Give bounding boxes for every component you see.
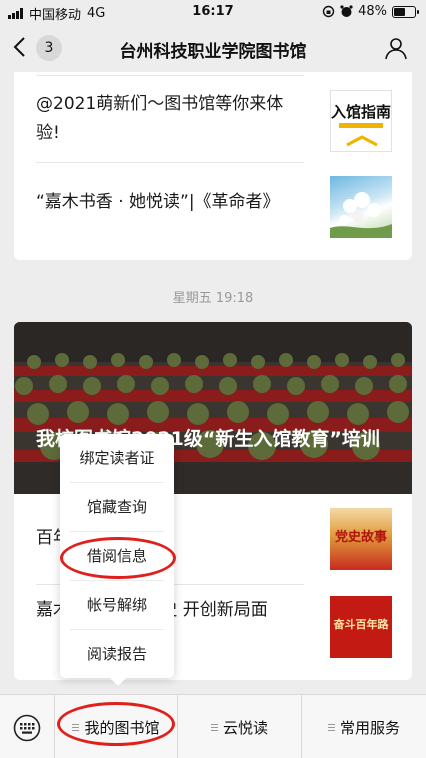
menu-my-library[interactable]: 我的图书馆	[55, 695, 178, 758]
article-thumbnail	[330, 176, 392, 238]
battery-percent: 48%	[358, 4, 387, 19]
thumbnail-text: 党史故事	[334, 530, 387, 545]
user-icon[interactable]	[384, 36, 408, 60]
article-item[interactable]: “嘉木书香 · 她悦读”|《革命者》	[36, 172, 392, 242]
article-thumbnail: 奋斗百年路	[330, 596, 392, 658]
divider	[36, 75, 304, 76]
keyboard-icon	[13, 714, 41, 742]
article-item[interactable]: @2021萌新们～图书馆等你来体验! 入馆指南	[36, 86, 392, 166]
menu-label: 常用服务	[339, 718, 400, 737]
rotation-lock-icon	[322, 5, 335, 18]
keyboard-toggle[interactable]	[0, 695, 55, 758]
menu-cloud-reading[interactable]: 云悦读	[178, 695, 302, 758]
battery-icon	[392, 5, 419, 18]
navigation-bar: 3 台州科技职业学院图书馆	[0, 24, 426, 72]
menu-icon	[210, 723, 218, 731]
timestamp-divider: 星期五 19:18	[172, 291, 254, 306]
menu-item-borrowing-info[interactable]: 借阅信息	[60, 532, 174, 580]
article-thumbnail: 入馆指南	[330, 90, 392, 152]
menu-item-collection-search[interactable]: 馆藏查询	[60, 483, 174, 531]
thumbnail-text: 奋斗百年路	[333, 618, 389, 631]
menu-label: 云悦读	[222, 718, 268, 737]
divider	[36, 162, 304, 163]
page-title: 台州科技职业学院图书馆	[119, 42, 307, 62]
article-card: @2021萌新们～图书馆等你来体验! 入馆指南 “嘉木书香 · 她悦读”|《革命…	[14, 72, 412, 260]
menu-item-unbind-account[interactable]: 帐号解绑	[60, 581, 174, 629]
article-title: “嘉木书香 · 她悦读”|《革命者》	[36, 192, 280, 212]
thumbnail-text: 入馆指南	[331, 103, 392, 121]
unread-count-badge[interactable]: 3	[36, 35, 62, 61]
menu-common-services[interactable]: 常用服务	[302, 695, 426, 758]
menu-label: 我的图书馆	[84, 718, 160, 737]
chevron-left-icon[interactable]	[12, 36, 26, 58]
status-bar: 中国移动 4G 16:17 48%	[0, 0, 426, 24]
bottom-menu-bar: 我的图书馆 云悦读 常用服务	[0, 694, 426, 758]
article-thumbnail: 党史故事	[330, 508, 392, 570]
article-title: @2021萌新们～图书馆等你来体验!	[36, 94, 284, 143]
menu-item-bind-reader-card[interactable]: 绑定读者证	[60, 434, 174, 482]
menu-icon	[327, 723, 335, 731]
submenu-popup: 绑定读者证 馆藏查询 借阅信息 帐号解绑 阅读报告	[60, 434, 174, 686]
menu-icon	[72, 723, 80, 731]
alarm-icon	[340, 5, 353, 17]
menu-item-reading-report[interactable]: 阅读报告	[60, 630, 174, 678]
